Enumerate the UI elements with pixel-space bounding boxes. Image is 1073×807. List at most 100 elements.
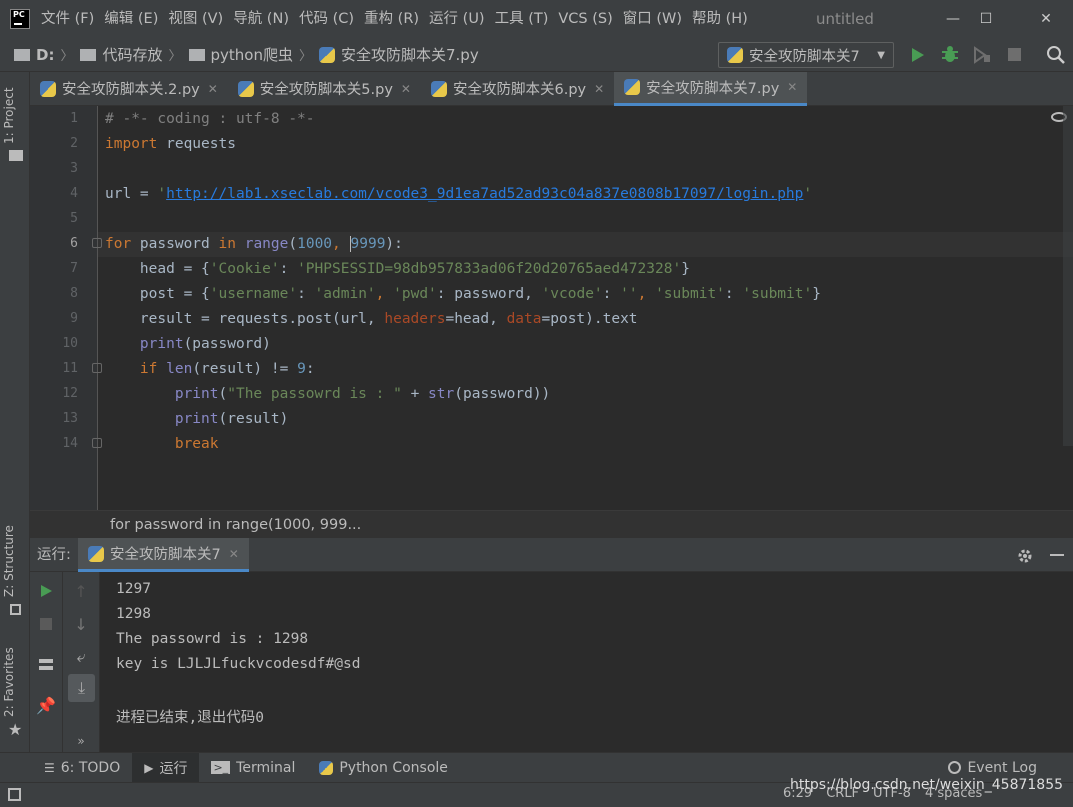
tool-windows-toggle-icon[interactable]	[8, 788, 21, 801]
arrow-down-icon: ↓	[74, 614, 88, 634]
tab-file-6[interactable]: 安全攻防脚本关6.py ✕	[421, 72, 614, 106]
console-line: 1297	[116, 581, 151, 597]
python-file-icon	[430, 80, 447, 97]
restore-layout-button[interactable]	[30, 649, 62, 679]
close-window-button[interactable]: ✕	[1022, 0, 1070, 38]
breadcrumb-folder-python[interactable]: python爬虫	[188, 44, 293, 65]
scroll-down-button[interactable]: ↓	[63, 609, 99, 639]
code-editor[interactable]: 1 2 3 4 5 6 7 8 9 10 11 12 13 14 # -*- c…	[30, 106, 1073, 510]
logo-text: PC	[13, 10, 25, 19]
rerun-button[interactable]	[30, 576, 62, 606]
editor-scrollbar[interactable]	[1063, 106, 1073, 446]
line-number: 5	[70, 211, 78, 226]
close-tab-icon[interactable]: ✕	[401, 82, 411, 96]
run-tab[interactable]: 安全攻防脚本关7 ✕	[78, 538, 249, 572]
stop-run-button[interactable]	[30, 609, 62, 639]
event-log-label: Event Log	[967, 759, 1037, 776]
console-line: 进程已结束,退出代码0	[116, 710, 264, 726]
terminal-tab[interactable]: >_ Terminal	[199, 753, 307, 783]
line-number: 3	[70, 161, 78, 176]
run-panel-header: 运行: 安全攻防脚本关7 ✕	[30, 538, 1073, 572]
tab-file-7[interactable]: 安全攻防脚本关7.py ✕	[614, 71, 808, 106]
todo-tab[interactable]: ☰ 6: TODO	[32, 753, 132, 783]
menu-file[interactable]: 文件 (F)	[36, 0, 99, 38]
python-file-icon	[319, 46, 335, 63]
structure-toolwindow-button[interactable]: Z: Structure	[2, 525, 16, 597]
code-line-4: url = 'http://lab1.xseclab.com/vcode3_9d…	[105, 186, 813, 202]
url-string: http://lab1.xseclab.com/vcode3_9d1ea7ad5…	[166, 186, 804, 202]
close-tab-icon[interactable]: ✕	[594, 82, 604, 96]
list-icon: ☰	[44, 760, 55, 775]
menu-help[interactable]: 帮助 (H)	[687, 0, 753, 38]
line-number: 7	[70, 261, 78, 276]
maximize-button[interactable]: ☐	[962, 0, 1010, 38]
breadcrumb-folder-code[interactable]: 代码存放	[80, 44, 162, 65]
menu-navigate[interactable]: 导航 (N)	[228, 0, 294, 38]
menu-window[interactable]: 窗口 (W)	[618, 0, 687, 38]
pin-icon: 📌	[36, 695, 56, 715]
title-bar: PC 文件 (F) 编辑 (E) 视图 (V) 导航 (N) 代码 (C) 重构…	[0, 0, 1073, 38]
menu-tools[interactable]: 工具 (T)	[490, 0, 554, 38]
scroll-to-end-icon: ⤓	[77, 678, 86, 697]
scroll-up-button[interactable]: ↑	[63, 576, 99, 606]
code-line-12: print("The passowrd is : " + str(passwor…	[174, 386, 551, 402]
gear-icon[interactable]	[1016, 547, 1034, 565]
run-console-output[interactable]: 1297 1298 The passowrd is : 1298 key is …	[100, 572, 1073, 752]
run-icon: ▶	[144, 760, 154, 775]
breadcrumb-drive[interactable]: D:	[14, 46, 54, 64]
close-tab-icon[interactable]: ✕	[787, 80, 797, 94]
favorites-toolwindow-button[interactable]: 2: Favorites	[2, 647, 16, 717]
run-toolbar-secondary: ↑ ↓ ⤶ ⤓ »	[63, 572, 100, 752]
hide-panel-icon[interactable]	[1050, 554, 1064, 556]
scroll-to-end-button[interactable]: ⤓	[68, 674, 95, 702]
debug-icon[interactable]	[940, 45, 960, 65]
pin-tab-button[interactable]: 📌	[30, 690, 62, 720]
line-number: 2	[70, 136, 78, 151]
menu-refactor[interactable]: 重构 (R)	[359, 0, 424, 38]
project-folder-icon	[9, 150, 23, 161]
line-number: 13	[62, 411, 78, 426]
menu-run[interactable]: 运行 (U)	[424, 0, 490, 38]
run-with-coverage-icon[interactable]	[972, 46, 992, 64]
tab-label: 6: TODO	[60, 759, 121, 776]
code-line-13: print(result)	[174, 411, 289, 427]
menu-view[interactable]: 视图 (V)	[163, 0, 228, 38]
fold-marker-icon[interactable]	[92, 238, 102, 248]
tab-label: 安全攻防脚本关5.py	[259, 82, 393, 98]
search-icon[interactable]	[1046, 45, 1066, 65]
project-toolwindow-button[interactable]: 1: Project	[2, 87, 16, 144]
soft-wrap-button[interactable]: ⤶	[63, 642, 99, 672]
run-config-label: 安全攻防脚本关7	[749, 48, 860, 65]
folder-icon	[188, 49, 205, 61]
tab-label: Python Console	[339, 759, 448, 776]
python-file-icon	[237, 80, 254, 97]
python-console-tab[interactable]: Python Console	[307, 753, 460, 783]
menu-vcs[interactable]: VCS (S)	[553, 0, 617, 38]
run-icon[interactable]	[909, 47, 925, 63]
run-tab-label: 安全攻防脚本关7	[110, 547, 221, 563]
structure-icon	[10, 604, 21, 615]
code-breadcrumb[interactable]: for password in range(1000, 999...	[30, 510, 1073, 538]
run-tool-tab[interactable]: ▶ 运行	[132, 752, 200, 783]
fold-marker-icon[interactable]	[92, 363, 102, 373]
breadcrumb-file[interactable]: 安全攻防脚本关7.py	[319, 44, 479, 65]
line-number: 11	[62, 361, 78, 376]
line-number: 4	[70, 186, 78, 201]
run-configuration-select[interactable]: 安全攻防脚本关7 ▼	[718, 42, 894, 68]
chevron-right-icon: 〉	[60, 49, 74, 64]
window-title: untitled	[816, 10, 874, 28]
stop-icon[interactable]	[1008, 48, 1021, 61]
tab-file-5[interactable]: 安全攻防脚本关5.py ✕	[228, 72, 421, 106]
line-number: 1	[70, 111, 78, 126]
fold-marker-icon[interactable]	[92, 438, 102, 448]
menu-edit[interactable]: 编辑 (E)	[99, 0, 163, 38]
line-number: 8	[70, 286, 78, 301]
menu-code[interactable]: 代码 (C)	[294, 0, 359, 38]
close-tab-icon[interactable]: ✕	[208, 82, 218, 96]
tab-label: 安全攻防脚本关7.py	[646, 80, 780, 97]
tab-file-2[interactable]: 安全攻防脚本关.2.py ✕	[30, 72, 228, 106]
tab-label: 安全攻防脚本关6.py	[452, 82, 587, 98]
line-number: 10	[62, 336, 78, 351]
arrow-up-icon: ↑	[74, 581, 88, 601]
close-tab-icon[interactable]: ✕	[229, 547, 239, 561]
